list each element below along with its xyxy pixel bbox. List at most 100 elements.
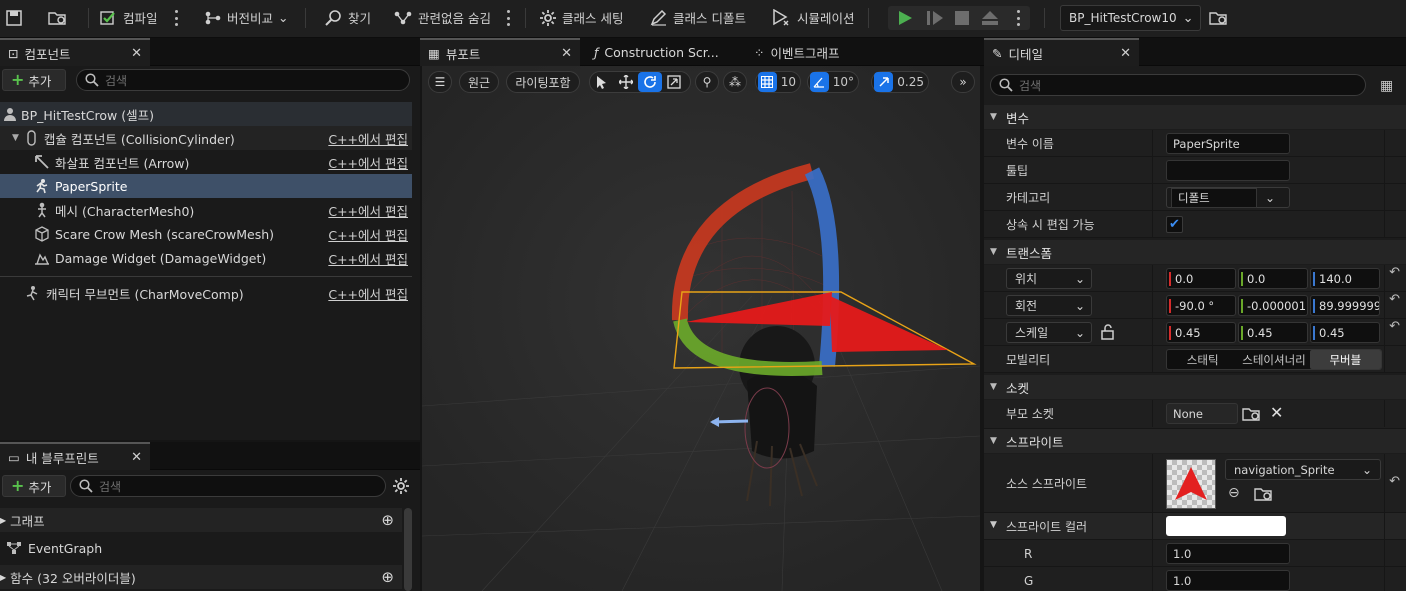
edit-in-cpp-link[interactable]: C++에서 편집 [328, 249, 408, 268]
edit-in-cpp-link[interactable]: C++에서 편집 [328, 153, 408, 172]
edit-in-cpp-link[interactable]: C++에서 편집 [328, 225, 408, 244]
edit-in-cpp-link[interactable]: C++에서 편집 [328, 201, 408, 220]
add-blueprint-item-button[interactable]: + 추가 [2, 475, 66, 497]
scale-tool-icon[interactable] [662, 72, 686, 92]
viewport-more-button[interactable]: » [951, 71, 975, 93]
close-icon[interactable]: ✕ [561, 46, 572, 61]
sprite-color-swatch[interactable] [1166, 516, 1286, 536]
rotation-x-input[interactable]: -90.0 ° [1166, 295, 1236, 316]
event-graph-item[interactable]: EventGraph [0, 536, 402, 560]
variables-section-header[interactable]: ▼ 변수 [984, 105, 1406, 129]
tree-item-scarecrow-mesh[interactable]: Scare Crow Mesh (scareCrowMesh) C++에서 편집 [0, 222, 412, 246]
move-tool-icon[interactable] [614, 72, 638, 92]
browse-socket-icon[interactable] [1242, 406, 1262, 425]
play-options[interactable] [1016, 10, 1020, 26]
mobility-static[interactable]: 스태틱 [1167, 350, 1238, 369]
close-icon[interactable]: ✕ [1120, 46, 1131, 61]
compile-options[interactable] [174, 10, 178, 26]
tab-components[interactable]: ⊡ 컴포넌트 ✕ [0, 38, 150, 66]
category-select[interactable]: 디폴트 ⌄ [1166, 187, 1290, 208]
sprite-thumbnail[interactable] [1166, 459, 1216, 509]
grid-snap-icon[interactable] [758, 72, 777, 92]
transform-section-header[interactable]: ▼ 트랜스폼 [984, 240, 1406, 264]
reset-icon[interactable]: ↶ [1389, 292, 1400, 307]
details-search-input[interactable]: 검색 [990, 74, 1366, 96]
tree-root-item[interactable]: BP_HitTestCrow (셀프) [0, 102, 412, 126]
var-name-input[interactable]: PaperSprite [1166, 133, 1290, 154]
surface-snap-toggle[interactable]: ⁂ [723, 71, 747, 93]
find-button[interactable]: 찾기 [325, 0, 371, 35]
editable-checkbox[interactable]: ✔ [1166, 216, 1183, 233]
scale-y-input[interactable]: 0.45 [1238, 322, 1308, 343]
expand-arrow-icon[interactable]: ▼ [12, 133, 19, 143]
mobility-movable[interactable]: 무버블 [1309, 350, 1381, 369]
browse-sprite-icon[interactable] [1254, 486, 1274, 505]
r-input[interactable]: 1.0 [1166, 543, 1290, 564]
mobility-stationary[interactable]: 스테이셔너리 [1238, 350, 1309, 369]
tree-item-damage-widget[interactable]: Damage Widget (DamageWidget) C++에서 편집 [0, 246, 412, 270]
rotate-tool-icon[interactable] [638, 72, 662, 92]
add-function-icon[interactable]: ⊕ [381, 568, 394, 586]
location-z-input[interactable]: 140.0 [1310, 268, 1380, 289]
tab-details[interactable]: ✎ 디테일 ✕ [984, 38, 1139, 66]
select-tool-icon[interactable] [590, 72, 614, 92]
reset-icon[interactable]: ↶ [1389, 319, 1400, 334]
tree-item-char-movement[interactable]: 캐릭터 무브먼트 (CharMoveComp) C++에서 편집 [0, 281, 412, 305]
clear-icon[interactable]: ✕ [1270, 403, 1283, 422]
find-options[interactable] [506, 10, 510, 26]
use-selected-icon[interactable]: ⊖ [1228, 485, 1240, 501]
rotation-y-input[interactable]: -0.000001 [1238, 295, 1308, 316]
rotation-snap-group[interactable]: 10° [807, 71, 859, 93]
sprite-section-header[interactable]: ▼ 스프라이트 [984, 429, 1406, 453]
reset-icon[interactable]: ↶ [1389, 265, 1400, 280]
play-button[interactable] [896, 0, 914, 35]
class-settings-button[interactable]: 클래스 세팅 [539, 0, 623, 35]
stop-button[interactable] [954, 0, 970, 35]
eject-button[interactable] [981, 0, 999, 35]
step-button[interactable] [925, 0, 945, 35]
functions-section-header[interactable]: ▶ 함수 (32 오버라이더블) ⊕ [0, 565, 402, 589]
scale-x-input[interactable]: 0.45 [1166, 322, 1236, 343]
lighting-mode-button[interactable]: 라이팅포함 [506, 71, 580, 93]
scale-z-input[interactable]: 0.45 [1310, 322, 1380, 343]
scale-snap-icon[interactable] [874, 72, 894, 92]
tree-item-arrow[interactable]: 화살표 컴포넌트 (Arrow) C++에서 편집 [0, 150, 412, 174]
simulation-button[interactable]: 시뮬레이션 [772, 0, 855, 35]
reset-icon[interactable]: ↶ [1389, 474, 1400, 489]
save-icon[interactable] [6, 0, 22, 35]
location-y-input[interactable]: 0.0 [1238, 268, 1308, 289]
settings-gear-icon[interactable] [392, 477, 410, 498]
lock-icon[interactable] [1101, 324, 1115, 343]
collapse-arrow-icon[interactable]: ▼ [990, 520, 997, 530]
source-sprite-select[interactable]: navigation_Sprite ⌄ [1225, 459, 1381, 480]
debug-object-select[interactable]: BP_HitTestCrow10 ⌄ [1060, 5, 1201, 31]
viewport-menu-button[interactable]: ☰ [428, 71, 452, 93]
diff-button[interactable]: 버전비교 ⌄ [204, 0, 289, 35]
blueprint-search-input[interactable]: 검색 [70, 475, 386, 497]
parent-socket-value[interactable]: None [1166, 403, 1238, 424]
view-options-icon[interactable]: ▦ [1380, 78, 1393, 94]
socket-section-header[interactable]: ▼ 소켓 [984, 375, 1406, 399]
scale-snap-group[interactable]: 0.25 [871, 71, 929, 93]
class-defaults-button[interactable]: 클래스 디폴트 [650, 0, 746, 35]
add-graph-icon[interactable]: ⊕ [381, 511, 394, 529]
edit-in-cpp-link[interactable]: C++에서 편집 [328, 129, 408, 148]
tooltip-input[interactable] [1166, 160, 1290, 181]
close-icon[interactable]: ✕ [131, 46, 142, 61]
tree-item-capsule[interactable]: ▼ 캡슐 컴포넌트 (CollisionCylinder) C++에서 편집 [0, 126, 412, 150]
rotation-z-input[interactable]: 89.999999 [1310, 295, 1380, 316]
debug-browse-icon[interactable] [1209, 0, 1229, 35]
world-local-toggle[interactable]: ⚲ [695, 71, 719, 93]
angle-snap-icon[interactable] [810, 72, 829, 92]
g-input[interactable]: 1.0 [1166, 570, 1290, 591]
perspective-button[interactable]: 원근 [459, 71, 499, 93]
location-x-input[interactable]: 0.0 [1166, 268, 1236, 289]
scale-mode-select[interactable]: 스케일 ⌄ [1006, 322, 1092, 343]
location-mode-select[interactable]: 위치 ⌄ [1006, 268, 1092, 289]
close-icon[interactable]: ✕ [131, 450, 142, 465]
viewport[interactable]: ☰ 원근 라이팅포함 ⚲ ⁂ 10 10° 0.25 » [422, 66, 980, 591]
tree-item-papersprite[interactable]: PaperSprite [0, 174, 412, 198]
grid-snap-group[interactable]: 10 [755, 71, 801, 93]
tree-item-mesh[interactable]: 메시 (CharacterMesh0) C++에서 편집 [0, 198, 412, 222]
rotation-mode-select[interactable]: 회전 ⌄ [1006, 295, 1092, 316]
